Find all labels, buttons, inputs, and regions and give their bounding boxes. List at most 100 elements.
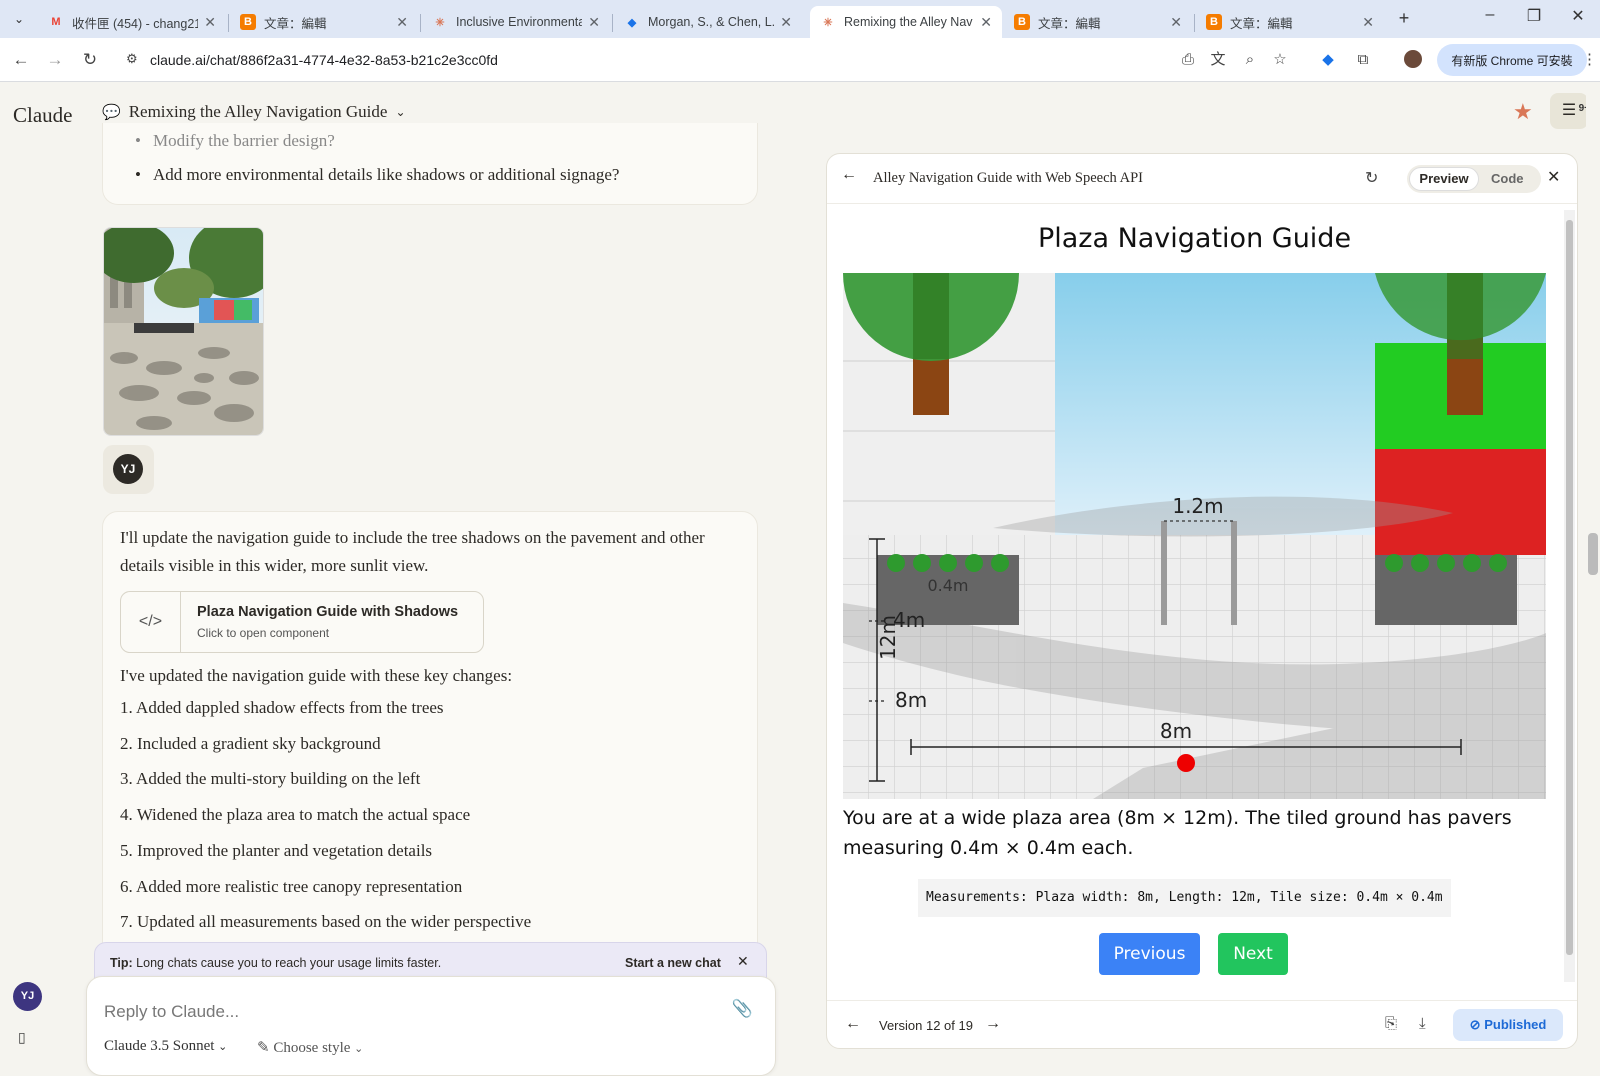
- download-icon[interactable]: ⤓: [1419, 1015, 1426, 1032]
- user-avatar: YJ: [113, 454, 143, 484]
- bookmark-star-icon[interactable]: ☆: [1270, 50, 1290, 70]
- plaza-scene: 1.2m 0.4m 4m 8m 12m 8m: [843, 273, 1546, 804]
- published-button[interactable]: ⊘ Published: [1453, 1009, 1563, 1041]
- previous-version-icon[interactable]: ←: [845, 1015, 861, 1033]
- artifact-footer: ← Version 12 of 19 → ⎘ ⤓ ⊘ Published: [827, 1000, 1577, 1048]
- blogger-icon: B: [1206, 14, 1222, 30]
- blogger-icon: B: [240, 14, 256, 30]
- refresh-icon[interactable]: ↻: [1365, 168, 1378, 188]
- back-icon[interactable]: ←: [9, 48, 33, 72]
- version-label: Version 12 of 19: [879, 1018, 973, 1033]
- gap-label: 1.2m: [1172, 494, 1223, 518]
- tab-title: Remixing the Alley Nav: [844, 15, 973, 29]
- user-avatar-container: YJ: [103, 445, 154, 494]
- install-app-icon[interactable]: ⎙: [1178, 50, 1198, 70]
- list-item: 3. Added the multi-story building on the…: [120, 769, 421, 788]
- pen-icon: ✎: [257, 1040, 270, 1056]
- site-info-icon[interactable]: ⚙: [126, 51, 138, 67]
- extensions-puzzle-icon[interactable]: ⧉: [1353, 50, 1373, 70]
- chat-title: Remixing the Alley Navigation Guide: [128, 102, 388, 121]
- chat-title-button[interactable]: 💬 Remixing the Alley Navigation Guide ⌄: [102, 102, 406, 122]
- chrome-menu-icon[interactable]: ⋮: [1582, 50, 1597, 70]
- reply-composer: Reply to Claude... 📎 Claude 3.5 Sonnet ⌄…: [86, 976, 776, 1076]
- width-label: 8m: [1160, 719, 1192, 743]
- browser-tab[interactable]: B 文章：編輯 ✕: [1196, 6, 1384, 38]
- preview-scrollbar[interactable]: [1564, 210, 1575, 982]
- copy-icon[interactable]: ⎘: [1385, 1015, 1397, 1032]
- browser-tab[interactable]: ✳ Inclusive Environmenta ✕: [422, 6, 610, 38]
- claude-logo[interactable]: Claude: [13, 103, 72, 128]
- list-item: 4. Widened the plaza area to match the a…: [120, 805, 471, 824]
- artifact-panel: ← Alley Navigation Guide with Web Speech…: [826, 153, 1578, 1049]
- length-label: 12m: [876, 615, 900, 660]
- claude-app: Claude 💬 Remixing the Alley Navigation G…: [0, 83, 1600, 1076]
- account-avatar[interactable]: YJ: [13, 982, 42, 1011]
- zoom-icon[interactable]: ⌕: [1240, 50, 1260, 70]
- close-tab-icon[interactable]: ✕: [396, 14, 408, 31]
- address-bar[interactable]: ⚙ claude.ai/chat/886f2a31-4774-4e32-8a53…: [116, 44, 1286, 76]
- artifact-title: Alley Navigation Guide with Web Speech A…: [873, 170, 1143, 186]
- extension-icon[interactable]: ◆: [1318, 50, 1338, 70]
- close-tab-icon[interactable]: ✕: [780, 14, 792, 31]
- message-paragraph: I've updated the navigation guide with t…: [120, 666, 513, 685]
- message-paragraph: I'll update the navigation guide to incl…: [120, 528, 705, 575]
- browser-tab-active[interactable]: ✳ Remixing the Alley Nav ✕: [810, 6, 1002, 38]
- list-item: 7. Updated all measurements based on the…: [120, 912, 532, 931]
- red-sign: [1375, 449, 1546, 555]
- model-selector[interactable]: Claude 3.5 Sonnet ⌄: [104, 1038, 227, 1055]
- chat-bubble-icon: 💬: [102, 104, 121, 121]
- reload-icon[interactable]: ↻: [78, 48, 102, 72]
- chrome-update-button[interactable]: 有新版 Chrome 可安裝: [1437, 44, 1587, 76]
- tip-text: Tip: Long chats cause you to reach your …: [110, 956, 442, 970]
- close-tab-icon[interactable]: ✕: [588, 14, 600, 31]
- tab-search-icon[interactable]: ⌄: [8, 8, 30, 30]
- previous-button[interactable]: Previous: [1099, 933, 1200, 975]
- guide-title: Plaza Navigation Guide: [1037, 223, 1352, 254]
- attach-icon[interactable]: 📎: [732, 999, 753, 1019]
- window-close-icon[interactable]: ✕: [1558, 6, 1598, 26]
- next-version-icon[interactable]: →: [985, 1015, 1001, 1033]
- forward-icon[interactable]: →: [43, 48, 67, 72]
- location-description: You are at a wide plaza area (8m × 12m).…: [843, 807, 1512, 859]
- maximize-icon[interactable]: ❐: [1514, 6, 1554, 26]
- gmail-icon: M: [51, 16, 61, 28]
- close-tab-icon[interactable]: ✕: [1362, 14, 1374, 31]
- sidebar-toggle-icon[interactable]: ▯: [18, 1029, 26, 1046]
- check-circle-icon: ⊘: [1469, 1017, 1481, 1032]
- artifact-card-subtitle: Click to open component: [197, 626, 330, 640]
- reply-input[interactable]: Reply to Claude...: [104, 1002, 239, 1022]
- close-tab-icon[interactable]: ✕: [980, 14, 992, 31]
- tab-code[interactable]: Code: [1491, 171, 1524, 186]
- list-item: 2. Included a gradient sky background: [120, 734, 381, 753]
- claude-icon: ✳: [435, 16, 445, 29]
- tab-title: Inclusive Environmenta: [456, 15, 583, 29]
- page-scrollbar[interactable]: [1586, 83, 1600, 1067]
- translate-icon[interactable]: 文: [1208, 50, 1228, 70]
- close-icon[interactable]: ✕: [737, 953, 749, 970]
- start-new-chat-link[interactable]: Start a new chat: [625, 956, 721, 970]
- back-arrow-icon[interactable]: ←: [841, 166, 857, 184]
- browser-tab[interactable]: M 收件匣 (454) - chang21 ✕: [38, 6, 226, 38]
- browser-tab[interactable]: B 文章：編輯 ✕: [230, 6, 418, 38]
- next-button[interactable]: Next: [1218, 933, 1288, 975]
- browser-tab[interactable]: B 文章：編輯 ✕: [1004, 6, 1192, 38]
- close-icon[interactable]: ✕: [1547, 167, 1560, 187]
- artifact-header: ← Alley Navigation Guide with Web Speech…: [827, 154, 1577, 204]
- close-tab-icon[interactable]: ✕: [204, 14, 216, 31]
- close-tab-icon[interactable]: ✕: [1170, 14, 1182, 31]
- profile-avatar[interactable]: [1404, 50, 1422, 68]
- chat-settings-button[interactable]: ☰ 9+: [1550, 93, 1590, 129]
- browser-tab[interactable]: ◆ Morgan, S., & Chen, L. ✕: [614, 6, 802, 38]
- user-uploaded-photo[interactable]: [103, 227, 264, 436]
- tab-preview[interactable]: Preview: [1409, 167, 1479, 191]
- tab-title: 收件匣 (454) - chang21: [72, 16, 199, 31]
- minimize-icon[interactable]: –: [1470, 6, 1510, 24]
- new-tab-icon[interactable]: +: [1384, 8, 1424, 29]
- style-selector[interactable]: ✎ Choose style ⌄: [257, 1038, 363, 1057]
- right-bollard: [1231, 521, 1237, 625]
- artifact-card[interactable]: </> Plaza Navigation Guide with Shadows …: [120, 591, 484, 653]
- drive-icon: ◆: [627, 16, 637, 29]
- star-icon[interactable]: ★: [1513, 99, 1533, 125]
- list-item: Modify the barrier design?: [135, 131, 335, 151]
- tab-title: Morgan, S., & Chen, L.: [648, 15, 775, 29]
